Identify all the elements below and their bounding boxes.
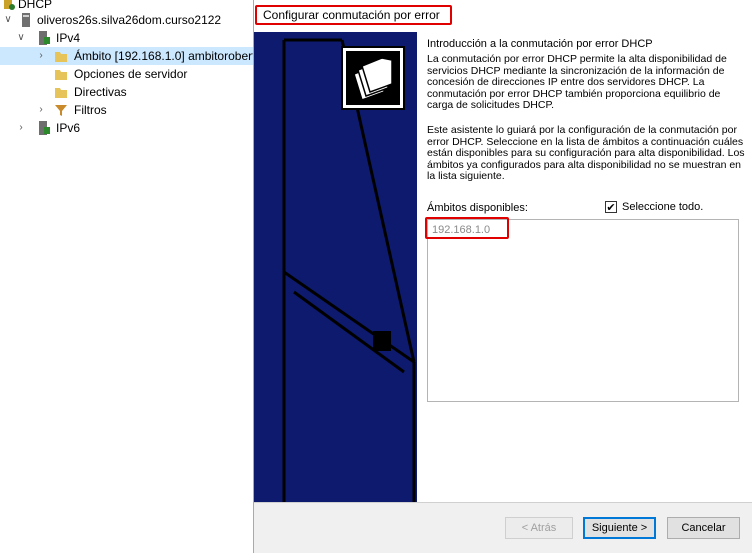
tree-label: Filtros bbox=[74, 103, 107, 117]
server-icon bbox=[22, 13, 30, 27]
title-highlight-box bbox=[255, 5, 452, 25]
filter-icon bbox=[55, 105, 67, 116]
failover-wizard-dialog: Configurar conmutación por error Introdu… bbox=[253, 0, 752, 553]
next-button[interactable]: Siguiente > bbox=[583, 517, 656, 539]
tree-node-server[interactable]: ∨ oliveros26s.silva26dom.curso2122 bbox=[0, 11, 240, 29]
tree-node-scope[interactable]: › Ámbito [192.168.1.0] ambitorobert bbox=[0, 47, 256, 65]
tree-label: IPv4 bbox=[56, 31, 81, 45]
button-separator bbox=[254, 502, 752, 503]
tree-label: Directivas bbox=[74, 85, 127, 99]
chevron-right-icon[interactable]: › bbox=[36, 47, 46, 65]
console-tree: DHCP ∨ oliveros26s.silva26dom.curso2122 … bbox=[0, 0, 260, 553]
wizard-side-panel bbox=[254, 32, 417, 502]
dhcp-icon bbox=[4, 0, 15, 10]
back-button[interactable]: < Atrás bbox=[505, 517, 573, 539]
select-all-label[interactable]: Seleccione todo. bbox=[622, 201, 703, 213]
intro-paragraph: La conmutación por error DHCP permite la… bbox=[427, 53, 727, 112]
available-scopes-list[interactable]: 192.168.1.0 bbox=[427, 219, 739, 402]
folder-icon bbox=[55, 52, 67, 62]
instructions-paragraph: Este asistente lo guiará por la configur… bbox=[427, 124, 745, 183]
tree-node-ipv4[interactable]: ∨ IPv4 bbox=[0, 29, 120, 47]
tree-label: Ámbito [192.168.1.0] ambitorobert bbox=[74, 49, 256, 63]
tree-node-filters[interactable]: › Filtros bbox=[0, 101, 140, 119]
dialog-title-bar[interactable]: Configurar conmutación por error bbox=[254, 0, 752, 32]
tree-label: Opciones de servidor bbox=[74, 67, 188, 81]
checkbox-check-icon[interactable]: ✔ bbox=[605, 201, 617, 214]
server-tower-illustration bbox=[282, 38, 416, 502]
tree-node-server-options[interactable]: Opciones de servidor bbox=[0, 65, 200, 83]
tree-label: oliveros26s.silva26dom.curso2122 bbox=[37, 13, 222, 27]
wizard-content: Introducción a la conmutación por error … bbox=[417, 32, 752, 502]
cancel-button[interactable]: Cancelar bbox=[667, 517, 740, 539]
ipv4-icon bbox=[39, 31, 50, 45]
scope-highlight-box bbox=[425, 217, 509, 239]
chevron-right-icon[interactable]: › bbox=[16, 119, 26, 137]
tree-node-policies[interactable]: Directivas bbox=[0, 83, 140, 101]
chevron-down-icon[interactable]: ∨ bbox=[16, 29, 26, 47]
intro-heading: Introducción a la conmutación por error … bbox=[427, 38, 653, 50]
tree-node-ipv6[interactable]: › IPv6 bbox=[0, 119, 120, 137]
chevron-down-icon[interactable]: ∨ bbox=[3, 11, 13, 29]
folder-icon bbox=[55, 88, 67, 98]
tree-label: IPv6 bbox=[56, 121, 81, 135]
available-scopes-label: Ámbitos disponibles: bbox=[427, 202, 528, 214]
folder-icon bbox=[55, 70, 67, 80]
chevron-right-icon[interactable]: › bbox=[36, 101, 46, 119]
ipv6-icon bbox=[39, 121, 50, 135]
